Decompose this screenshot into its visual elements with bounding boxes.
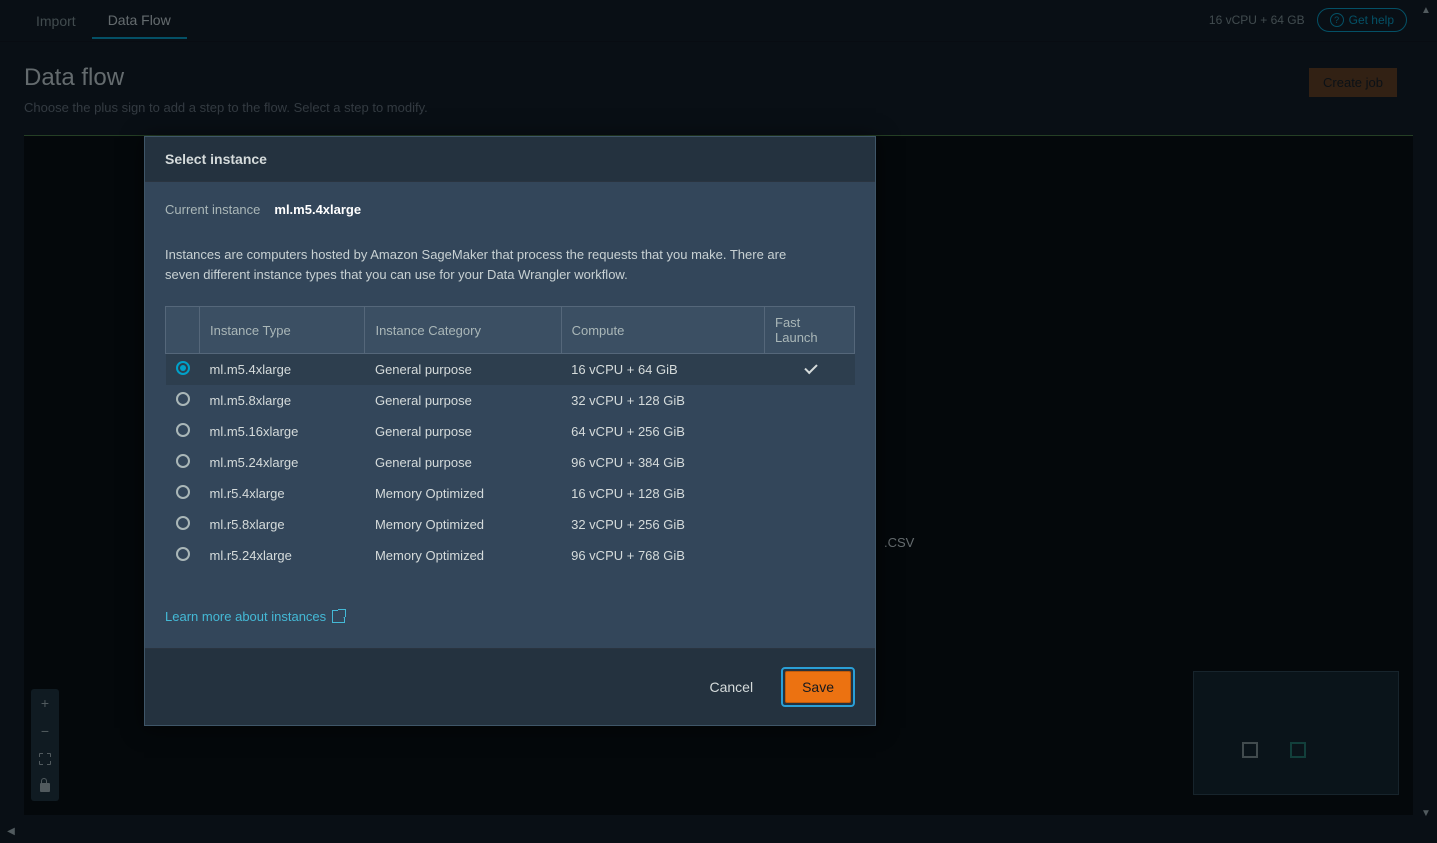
cell-fast-launch (765, 478, 855, 509)
radio-cell[interactable] (166, 447, 200, 478)
cell-fast-launch (765, 385, 855, 416)
cell-instance-type: ml.m5.24xlarge (200, 447, 365, 478)
cell-fast-launch (765, 416, 855, 447)
check-icon (803, 364, 817, 374)
modal-footer: Cancel Save (145, 648, 875, 725)
cell-instance-type: ml.m5.8xlarge (200, 385, 365, 416)
current-instance-value: ml.m5.4xlarge (274, 202, 361, 217)
cell-instance-category: General purpose (365, 447, 561, 478)
cell-compute: 32 vCPU + 128 GiB (561, 385, 764, 416)
cell-instance-category: General purpose (365, 354, 561, 386)
radio-cell[interactable] (166, 354, 200, 386)
cell-compute: 96 vCPU + 768 GiB (561, 540, 764, 571)
column-fast-launch: Fast Launch (765, 307, 855, 354)
table-row[interactable]: ml.r5.4xlargeMemory Optimized16 vCPU + 1… (166, 478, 855, 509)
radio-button[interactable] (176, 516, 190, 530)
learn-more-label: Learn more about instances (165, 609, 326, 624)
cell-fast-launch (765, 447, 855, 478)
column-instance-type: Instance Type (200, 307, 365, 354)
radio-cell[interactable] (166, 416, 200, 447)
modal-description: Instances are computers hosted by Amazon… (165, 245, 805, 284)
modal-title: Select instance (145, 137, 875, 182)
table-row[interactable]: ml.r5.24xlargeMemory Optimized96 vCPU + … (166, 540, 855, 571)
cell-compute: 96 vCPU + 384 GiB (561, 447, 764, 478)
external-link-icon (332, 610, 345, 623)
radio-button[interactable] (176, 485, 190, 499)
cell-instance-type: ml.m5.4xlarge (200, 354, 365, 386)
current-instance-label: Current instance (165, 202, 260, 217)
save-button[interactable]: Save (785, 671, 851, 703)
cell-instance-category: Memory Optimized (365, 540, 561, 571)
cell-compute: 16 vCPU + 128 GiB (561, 478, 764, 509)
cell-instance-category: Memory Optimized (365, 509, 561, 540)
cell-fast-launch (765, 540, 855, 571)
radio-button[interactable] (176, 547, 190, 561)
cell-instance-category: Memory Optimized (365, 478, 561, 509)
column-compute: Compute (561, 307, 764, 354)
cell-instance-type: ml.r5.8xlarge (200, 509, 365, 540)
cell-instance-type: ml.r5.4xlarge (200, 478, 365, 509)
table-row[interactable]: ml.m5.4xlargeGeneral purpose16 vCPU + 64… (166, 354, 855, 386)
save-button-focus-ring: Save (781, 667, 855, 707)
cell-compute: 16 vCPU + 64 GiB (561, 354, 764, 386)
table-row[interactable]: ml.r5.8xlargeMemory Optimized32 vCPU + 2… (166, 509, 855, 540)
select-instance-modal: Select instance Current instance ml.m5.4… (144, 136, 876, 726)
table-row[interactable]: ml.m5.16xlargeGeneral purpose64 vCPU + 2… (166, 416, 855, 447)
cell-compute: 32 vCPU + 256 GiB (561, 509, 764, 540)
radio-button[interactable] (176, 423, 190, 437)
table-row[interactable]: ml.m5.24xlargeGeneral purpose96 vCPU + 3… (166, 447, 855, 478)
radio-cell[interactable] (166, 385, 200, 416)
cell-instance-category: General purpose (365, 385, 561, 416)
cell-instance-type: ml.m5.16xlarge (200, 416, 365, 447)
current-instance-row: Current instance ml.m5.4xlarge (165, 202, 855, 217)
radio-button[interactable] (176, 361, 190, 375)
radio-cell[interactable] (166, 509, 200, 540)
radio-button[interactable] (176, 454, 190, 468)
cell-instance-category: General purpose (365, 416, 561, 447)
cell-fast-launch (765, 509, 855, 540)
cell-compute: 64 vCPU + 256 GiB (561, 416, 764, 447)
column-select (166, 307, 200, 354)
radio-cell[interactable] (166, 478, 200, 509)
instance-table: Instance Type Instance Category Compute … (165, 306, 855, 571)
table-row[interactable]: ml.m5.8xlargeGeneral purpose32 vCPU + 12… (166, 385, 855, 416)
learn-more-link[interactable]: Learn more about instances (165, 609, 345, 624)
cell-fast-launch (765, 354, 855, 386)
radio-cell[interactable] (166, 540, 200, 571)
cancel-button[interactable]: Cancel (697, 672, 765, 702)
radio-button[interactable] (176, 392, 190, 406)
modal-body: Current instance ml.m5.4xlarge Instances… (145, 182, 875, 648)
table-header-row: Instance Type Instance Category Compute … (166, 307, 855, 354)
cell-instance-type: ml.r5.24xlarge (200, 540, 365, 571)
column-instance-category: Instance Category (365, 307, 561, 354)
